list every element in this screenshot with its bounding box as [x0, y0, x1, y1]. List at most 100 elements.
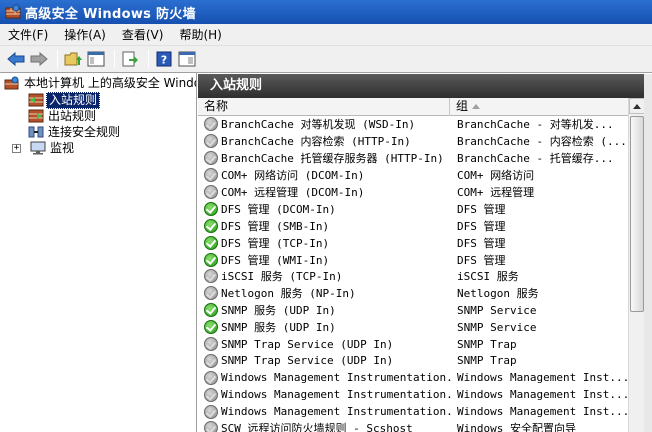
monitor-icon: [30, 141, 46, 155]
table-row[interactable]: COM+ 远程管理 (DCOM-In) COM+ 远程管理: [198, 184, 628, 201]
menu-bar: 文件(F) 操作(A) 查看(V) 帮助(H): [0, 24, 652, 46]
rule-group: SNMP Trap: [457, 354, 517, 368]
rule-name: COM+ 远程管理 (DCOM-In): [221, 186, 365, 199]
toolbar: ?: [0, 46, 652, 73]
rule-name: Netlogon 服务 (NP-In): [221, 287, 356, 301]
rule-name-cell: BranchCache 内容检索 (HTTP-In): [198, 133, 452, 149]
rule-name: SNMP Trap Service (UDP In): [221, 354, 394, 368]
scroll-up-icon[interactable]: [629, 98, 645, 114]
rule-group: BranchCache - 托管缓存...: [457, 152, 614, 166]
table-row[interactable]: Netlogon 服务 (NP-In) Netlogon 服务: [198, 285, 628, 302]
table-row[interactable]: DFS 管理 (DCOM-In) DFS 管理: [198, 200, 628, 217]
pane-title: 入站规则: [198, 74, 652, 98]
rule-disabled-icon: [204, 269, 218, 284]
tree-item-outbound-rules[interactable]: 出站规则: [28, 108, 98, 124]
table-row[interactable]: Windows Management Instrumentation... Win…: [198, 369, 628, 386]
toolbar-separator: [57, 50, 58, 68]
expand-icon[interactable]: +: [12, 143, 21, 153]
connection-security-icon: [28, 125, 44, 139]
rule-name: Windows Management Instrumentation...: [221, 371, 452, 385]
table-row[interactable]: SNMP 服务 (UDP In) SNMP Service: [198, 302, 628, 319]
rule-name-cell: Windows Management Instrumentation...: [198, 404, 452, 419]
firewall-icon: [5, 4, 21, 20]
rule-name: DFS 管理 (SMB-In): [221, 219, 330, 233]
rule-name-cell: SNMP Trap Service (UDP In): [198, 337, 452, 352]
rule-name: DFS 管理 (WMI-In): [221, 253, 330, 267]
rule-name-cell: Windows Management Instrumentation...: [198, 387, 452, 402]
table-row[interactable]: DFS 管理 (SMB-In) DFS 管理: [198, 217, 628, 234]
tree-root-label: 本地计算机 上的高级安全 Windows: [24, 75, 196, 90]
table-row[interactable]: SNMP Trap Service (UDP In) SNMP Trap: [198, 352, 628, 369]
window-title: 高级安全 Windows 防火墙: [25, 6, 196, 22]
rule-group: SNMP Trap: [457, 337, 517, 351]
rule-group: COM+ 网络访问: [457, 169, 535, 183]
menu-view[interactable]: 查看(V): [114, 24, 172, 46]
up-folder-icon[interactable]: [63, 49, 83, 69]
show-hide-tree-icon[interactable]: [86, 49, 106, 69]
toolbar-separator: [148, 50, 149, 68]
scrollbar-thumb[interactable]: [630, 116, 644, 312]
navigation-tree: 本地计算机 上的高级安全 Windows 入站规则 出站规则 连接安全规则 + …: [0, 73, 197, 432]
forward-arrow-icon[interactable]: [29, 49, 49, 69]
column-header-row: 名称 组: [198, 98, 644, 116]
rule-disabled-icon: [204, 370, 218, 385]
menu-action[interactable]: 操作(A): [56, 24, 114, 46]
menu-help[interactable]: 帮助(H): [171, 24, 229, 46]
tree-item-label: 连接安全规则: [48, 124, 121, 139]
rule-name: SCW 远程访问防火墙规则 - Scshost: [221, 422, 413, 432]
rule-group: BranchCache - 内容检索 (...: [457, 135, 627, 149]
rule-group: Windows Management Inst...: [457, 405, 628, 419]
tree-root[interactable]: 本地计算机 上的高级安全 Windows: [4, 75, 196, 91]
table-row[interactable]: SCW 远程访问防火墙规则 - Scshost Windows 安全配置向导: [198, 420, 628, 432]
tree-item-label: 入站规则: [46, 91, 101, 109]
rule-name-cell: DFS 管理 (SMB-In): [198, 218, 452, 234]
rules-list: BranchCache 对等机发现 (WSD-In) BranchCache - …: [198, 116, 628, 432]
table-row[interactable]: COM+ 网络访问 (DCOM-In) COM+ 网络访问: [198, 167, 628, 184]
rule-name-cell: SCW 远程访问防火墙规则 - Scshost: [198, 420, 452, 432]
rule-name-cell: SNMP 服务 (UDP In): [198, 302, 452, 318]
rule-name-cell: Windows Management Instrumentation...: [198, 370, 452, 385]
rule-group: Netlogon 服务: [457, 287, 539, 301]
menu-file[interactable]: 文件(F): [0, 24, 56, 46]
table-row[interactable]: DFS 管理 (WMI-In) DFS 管理: [198, 251, 628, 268]
rule-name-cell: BranchCache 托管缓存服务器 (HTTP-In): [198, 150, 452, 166]
export-list-icon[interactable]: [120, 49, 140, 69]
rule-group: DFS 管理: [457, 219, 506, 233]
tree-item-inbound-rules[interactable]: 入站规则: [28, 91, 101, 109]
rule-group: iSCSI 服务: [457, 270, 519, 284]
table-row[interactable]: DFS 管理 (TCP-In) DFS 管理: [198, 234, 628, 251]
rule-group: SNMP Service: [457, 303, 537, 317]
back-arrow-icon[interactable]: [6, 49, 26, 69]
rule-name: SNMP Trap Service (UDP In): [221, 337, 394, 351]
rule-enabled-icon: [204, 235, 218, 250]
rule-name: DFS 管理 (DCOM-In): [221, 202, 336, 216]
svg-text:?: ?: [161, 54, 167, 67]
rule-group: COM+ 远程管理: [457, 186, 535, 199]
table-row[interactable]: BranchCache 托管缓存服务器 (HTTP-In) BranchCache…: [198, 150, 628, 167]
tree-item-monitoring[interactable]: + 监视: [12, 140, 76, 156]
tree-item-connection-security-rules[interactable]: 连接安全规则: [28, 124, 122, 140]
column-header-name[interactable]: 名称: [198, 98, 450, 116]
show-hide-action-pane-icon[interactable]: [177, 49, 197, 69]
rule-enabled-icon: [204, 303, 218, 318]
rule-group: Windows Management Inst...: [457, 388, 628, 402]
rule-name: SNMP 服务 (UDP In): [221, 321, 336, 335]
rule-disabled-icon: [204, 286, 218, 301]
rule-name: COM+ 网络访问 (DCOM-In): [221, 169, 365, 183]
rule-name-cell: SNMP 服务 (UDP In): [198, 319, 452, 335]
table-row[interactable]: BranchCache 内容检索 (HTTP-In) BranchCache - …: [198, 133, 628, 150]
rule-disabled-icon: [204, 168, 218, 183]
table-row[interactable]: BranchCache 对等机发现 (WSD-In) BranchCache - …: [198, 116, 628, 133]
table-row[interactable]: Windows Management Instrumentation... Win…: [198, 386, 628, 403]
table-row[interactable]: SNMP 服务 (UDP In) SNMP Service: [198, 319, 628, 336]
rule-name-cell: COM+ 远程管理 (DCOM-In): [198, 184, 452, 200]
table-row[interactable]: SNMP Trap Service (UDP In) SNMP Trap: [198, 336, 628, 353]
table-row[interactable]: Windows Management Instrumentation... Win…: [198, 403, 628, 420]
rule-name: Windows Management Instrumentation...: [221, 405, 452, 419]
table-row[interactable]: iSCSI 服务 (TCP-In) iSCSI 服务: [198, 268, 628, 285]
vertical-scrollbar[interactable]: [628, 98, 645, 432]
rule-enabled-icon: [204, 218, 218, 233]
help-icon[interactable]: ?: [154, 49, 174, 69]
title-bar: 高级安全 Windows 防火墙: [0, 0, 652, 24]
column-header-group[interactable]: 组: [450, 98, 644, 116]
